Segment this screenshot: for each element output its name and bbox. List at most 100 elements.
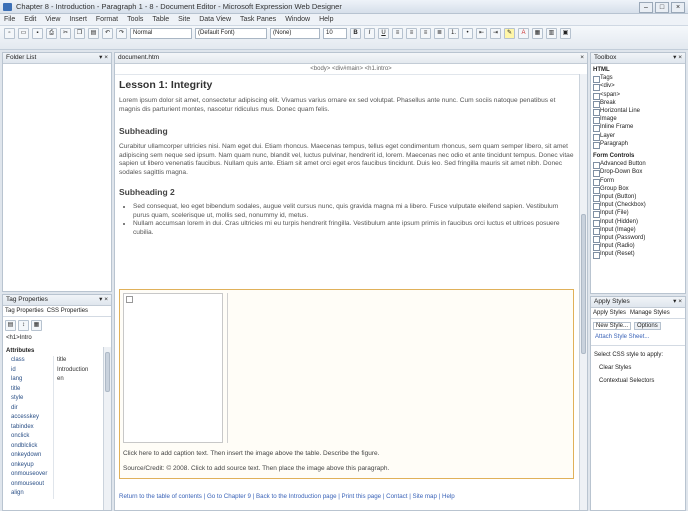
tab-apply-styles[interactable]: Apply Styles [593,310,626,316]
attribute-value[interactable]: Introduction [54,366,99,376]
close-icon[interactable]: × [580,53,584,63]
sort-az-icon[interactable]: ↕ [18,320,29,331]
numbered-list-icon[interactable]: ⒈ [448,28,459,39]
save-icon[interactable]: ▪ [32,28,43,39]
italic-icon[interactable]: I [364,28,375,39]
menu-site[interactable]: Site [178,14,190,25]
menu-task-panes[interactable]: Task Panes [240,14,276,25]
intro-paragraph[interactable]: Lorem ipsum dolor sit amet, consectetur … [119,97,574,114]
section-heading[interactable]: Subheading [119,126,574,136]
open-folder-icon[interactable]: ▭ [18,28,29,39]
options-button[interactable]: Options [634,322,661,330]
attribute-name[interactable]: ondblclick [3,442,53,452]
attribute-name[interactable]: onkeyup [3,461,53,471]
new-style-button[interactable]: New Style... [593,322,632,330]
menu-tools[interactable]: Tools [127,14,143,25]
image-icon[interactable]: ▣ [560,28,571,39]
attribute-name[interactable]: title [3,385,53,395]
justify-icon[interactable]: ≣ [434,28,445,39]
editor-tab[interactable]: document.htm [118,54,159,61]
page-heading[interactable]: Lesson 1: Integrity [119,79,574,91]
attribute-name[interactable]: accesskey [3,413,53,423]
menu-help[interactable]: Help [319,14,333,25]
attribute-value[interactable]: en [54,375,99,385]
cut-icon[interactable]: ✂ [60,28,71,39]
toolbox-item[interactable]: Input (Button) [591,193,685,203]
categorize-icon[interactable]: ▤ [5,320,16,331]
bullet-list-icon[interactable]: • [462,28,473,39]
attribute-name[interactable]: align [3,489,53,499]
toolbox-item[interactable]: Input (Reset) [591,250,685,260]
toolbox-item[interactable]: Inline Frame [591,123,685,133]
attribute-name[interactable]: dir [3,404,53,414]
section-paragraph[interactable]: Curabitur ullamcorper ultricies nisi. Na… [119,143,574,177]
attribute-name[interactable]: onmouseout [3,480,53,490]
size-combo[interactable]: (None) [270,28,320,39]
bold-icon[interactable]: B [350,28,361,39]
underline-icon[interactable]: U [378,28,389,39]
attribute-name[interactable]: lang [3,375,53,385]
menu-format[interactable]: Format [96,14,118,25]
menu-edit[interactable]: Edit [24,14,36,25]
toolbox-item[interactable]: Input (Image) [591,226,685,236]
attribute-name[interactable]: style [3,394,53,404]
attach-style-sheet-link[interactable]: Attach Style Sheet... [591,333,685,341]
align-center-icon[interactable]: ≡ [406,28,417,39]
font-color-icon[interactable]: A [518,28,529,39]
highlight-icon[interactable]: ✎ [504,28,515,39]
close-icon[interactable]: ▾ × [673,297,682,307]
size-combo-2[interactable]: 10 [323,28,347,39]
attribute-name[interactable]: onkeydown [3,451,53,461]
toolbox-item[interactable]: Form [591,177,685,186]
footer-links[interactable]: Return to the table of contents | Go to … [119,493,574,501]
menu-view[interactable]: View [45,14,60,25]
content-table[interactable]: Click here to add caption text. Then ins… [119,289,574,479]
font-combo[interactable]: (Default Font) [195,28,267,39]
toolbox-item[interactable]: Drop-Down Box [591,168,685,178]
toolbox-item[interactable]: <div> [591,82,685,92]
align-right-icon[interactable]: ≡ [420,28,431,39]
outdent-icon[interactable]: ⇤ [476,28,487,39]
close-icon[interactable]: ▾ × [99,53,108,63]
copy-icon[interactable]: ❐ [74,28,85,39]
style-combo[interactable]: Normal [130,28,192,39]
toolbox-item[interactable]: <span> [591,91,685,100]
scrollbar-thumb[interactable] [105,352,110,392]
left-scrollbar[interactable] [103,347,111,510]
toolbox-item[interactable]: Input (File) [591,209,685,219]
contextual-selectors-item[interactable]: Contextual Selectors [591,376,685,386]
toolbox-item[interactable]: Break [591,99,685,109]
indent-icon[interactable]: ⇥ [490,28,501,39]
toolbox-item[interactable]: Image [591,115,685,125]
group-html[interactable]: HTML [591,66,685,74]
new-page-icon[interactable]: ▫ [4,28,15,39]
toolbox-item[interactable]: Input (Radio) [591,242,685,252]
close-icon[interactable]: ▾ × [99,295,108,305]
attribute-name[interactable]: onclick [3,432,53,442]
tab-manage-styles[interactable]: Manage Styles [630,310,670,316]
attribute-name[interactable]: class [3,356,53,366]
maximize-button[interactable]: □ [655,2,669,13]
close-button[interactable]: × [671,2,685,13]
undo-icon[interactable]: ↶ [102,28,113,39]
toolbox-item[interactable]: Tags [591,74,685,84]
close-icon[interactable]: ▾ × [673,53,682,63]
print-icon[interactable]: ⎙ [46,28,57,39]
toolbox-item[interactable]: Paragraph [591,140,685,150]
tab-tag-properties[interactable]: Tag Properties [5,308,44,314]
align-left-icon[interactable]: ≡ [392,28,403,39]
clear-styles-item[interactable]: Clear Styles [591,360,685,376]
toolbox-item[interactable]: Layer [591,132,685,141]
toolbox-item[interactable]: Input (Password) [591,234,685,244]
caption-text[interactable]: Click here to add caption text. Then ins… [123,450,568,457]
toolbox-item[interactable]: Advanced Button [591,160,685,170]
bullet-item[interactable]: Sed consequat, leo eget bibendum sodales… [133,203,574,220]
bullet-item[interactable]: Nullam accumsan lorem in dui. Cras ultri… [133,220,574,237]
menu-table[interactable]: Table [152,14,169,25]
section-heading-2[interactable]: Subheading 2 [119,187,574,197]
group-form-controls[interactable]: Form Controls [591,152,685,160]
border-icon[interactable]: ▦ [532,28,543,39]
redo-icon[interactable]: ↷ [116,28,127,39]
toolbox-item[interactable]: Group Box [591,185,685,195]
toolbox-item[interactable]: Input (Checkbox) [591,201,685,211]
